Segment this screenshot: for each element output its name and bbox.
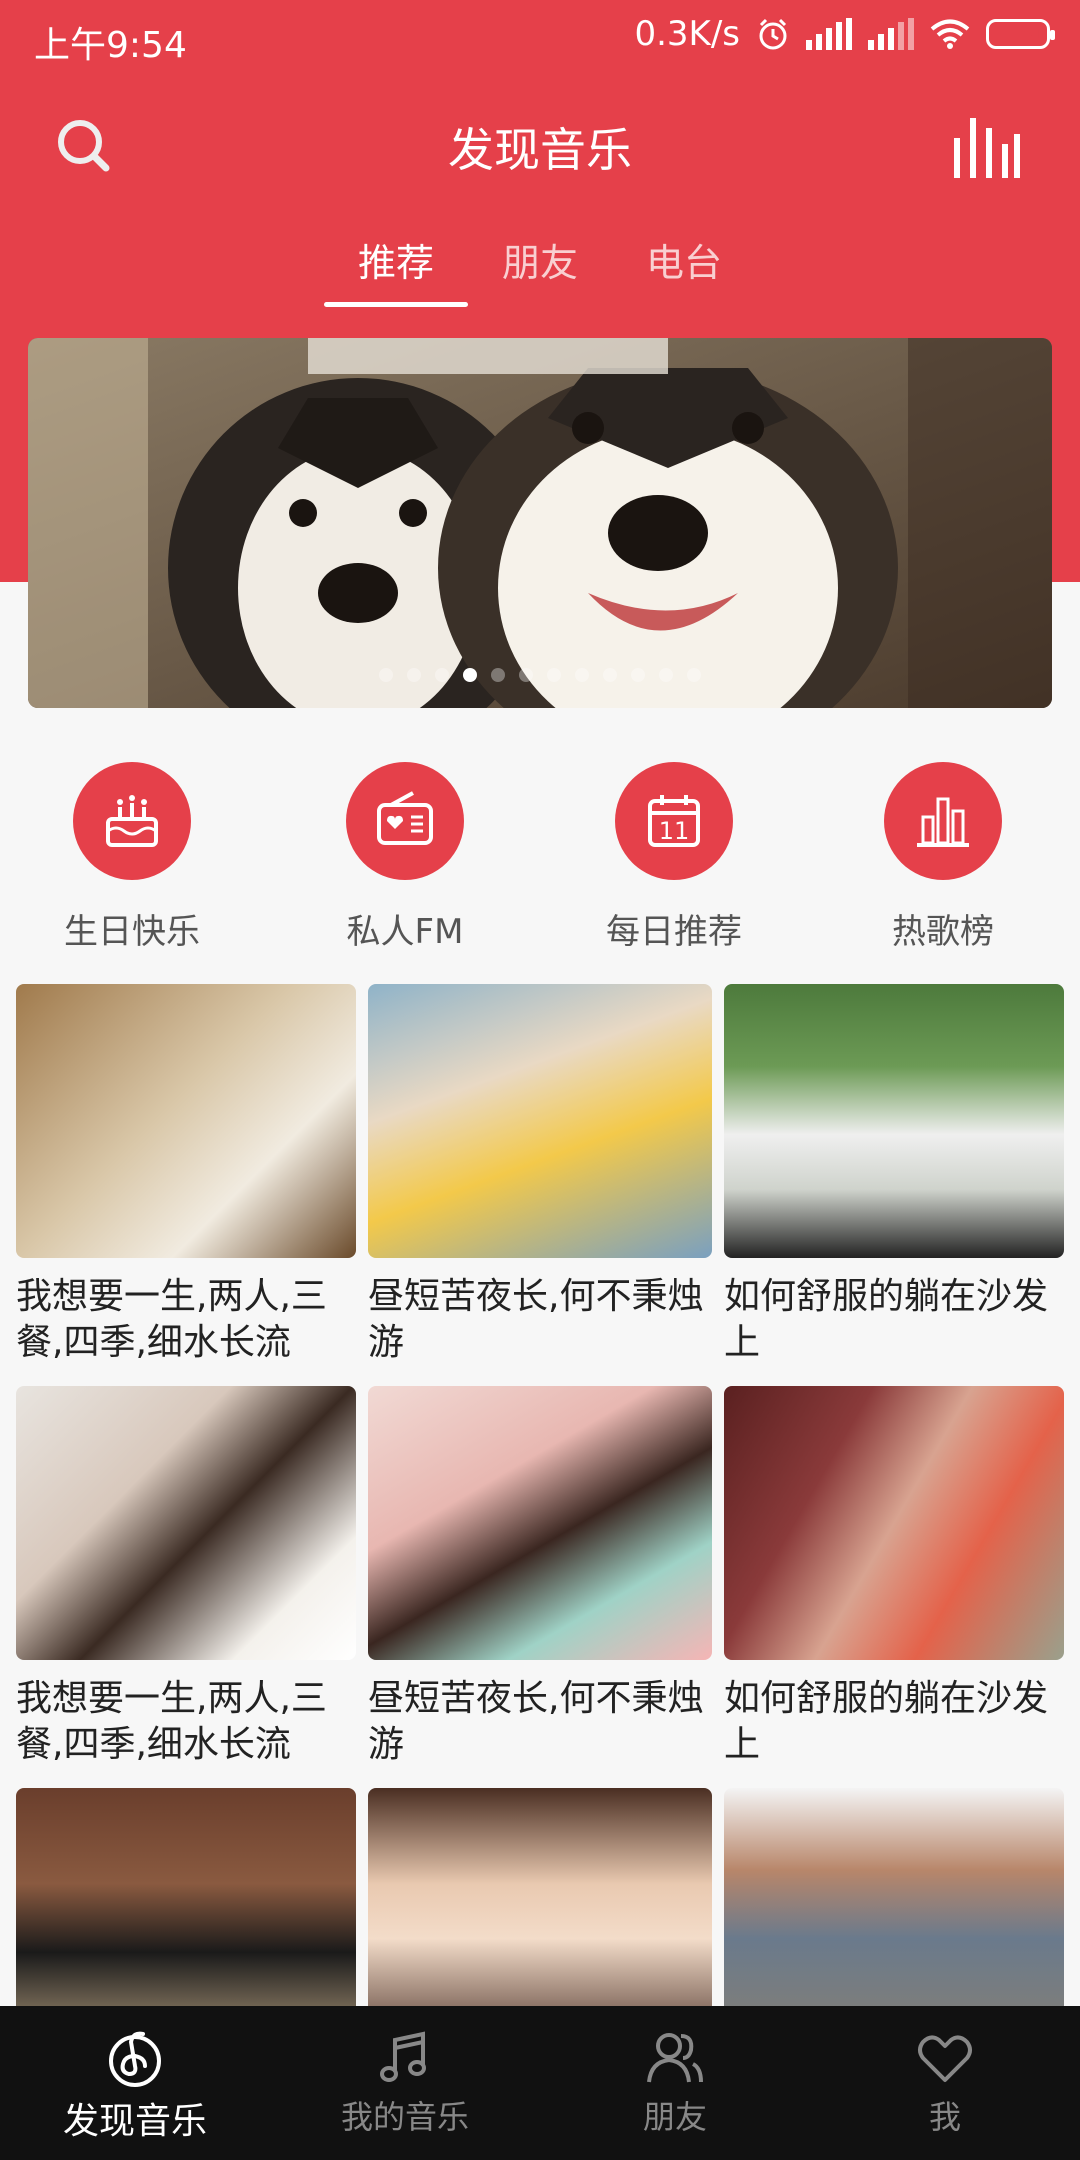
playlist-card[interactable]: 昼短苦夜长,何不秉烛游 bbox=[368, 984, 712, 1366]
carousel-dot[interactable] bbox=[547, 668, 561, 682]
shortcut-label: 每日推荐 bbox=[606, 912, 742, 952]
signal-icon-2 bbox=[868, 18, 914, 50]
playlist-card[interactable]: 我想要一生,两人,三餐,四季,细水长流 bbox=[16, 1386, 356, 1768]
playlist-cover bbox=[368, 984, 712, 1258]
playlist-card[interactable]: 如何舒服的躺在沙发上 bbox=[724, 984, 1064, 1366]
bar-chart-icon bbox=[884, 762, 1002, 880]
playlist-cover bbox=[724, 984, 1064, 1258]
playlist-cover bbox=[16, 1386, 356, 1660]
playlist-title: 我想要一生,两人,三餐,四季,细水长流 bbox=[16, 1276, 327, 1363]
tab-recommend[interactable]: 推荐 bbox=[324, 232, 468, 287]
signal-icon bbox=[806, 18, 852, 50]
tab-radio[interactable]: 电台 bbox=[612, 232, 756, 287]
shortcut-birthday[interactable]: 生日快乐 bbox=[32, 762, 232, 953]
nav-label: 发现音乐 bbox=[62, 2101, 207, 2142]
carousel-dot[interactable] bbox=[463, 668, 477, 682]
banner-carousel[interactable] bbox=[28, 338, 1052, 708]
shortcut-label: 热歌榜 bbox=[892, 912, 994, 952]
friends-icon bbox=[647, 2033, 703, 2083]
playlist-cover bbox=[16, 984, 356, 1258]
discover-music-screen: 上午9:54 0.3K/s 81 发现音乐 推荐 朋友 电台 生日快乐 私人FM… bbox=[0, 0, 1080, 2160]
alarm-icon bbox=[759, 18, 787, 50]
playlist-title: 昼短苦夜长,何不秉烛游 bbox=[368, 1276, 704, 1363]
playlist-title: 昼短苦夜长,何不秉烛游 bbox=[368, 1678, 704, 1765]
banner-image bbox=[28, 338, 1052, 708]
playlist-card[interactable]: 昼短苦夜长,何不秉烛游 bbox=[368, 1386, 712, 1768]
carousel-dot[interactable] bbox=[631, 668, 645, 682]
carousel-dots bbox=[28, 668, 1052, 682]
carousel-dot[interactable] bbox=[687, 668, 701, 682]
carousel-dot[interactable] bbox=[435, 668, 449, 682]
svg-text:11: 11 bbox=[659, 817, 690, 845]
radio-icon bbox=[346, 762, 464, 880]
battery-level-text: 81 bbox=[1019, 22, 1047, 46]
carousel-dot[interactable] bbox=[603, 668, 617, 682]
shortcut-row: 生日快乐 私人FM 11 每日推荐 热歌榜 bbox=[0, 762, 1080, 952]
heart-icon bbox=[918, 2035, 972, 2082]
shortcut-hot-chart[interactable]: 热歌榜 bbox=[843, 762, 1043, 953]
tab-friends[interactable]: 朋友 bbox=[468, 232, 612, 287]
carousel-dot[interactable] bbox=[575, 668, 589, 682]
shortcut-label: 私人FM bbox=[346, 912, 464, 952]
battery-icon: 81 bbox=[986, 19, 1055, 49]
birthday-cake-icon bbox=[73, 762, 191, 880]
netease-logo-icon bbox=[109, 2031, 161, 2087]
shortcut-daily-recommend[interactable]: 11 每日推荐 bbox=[574, 762, 774, 953]
carousel-dot[interactable] bbox=[379, 668, 393, 682]
shortcut-private-fm[interactable]: 私人FM bbox=[305, 762, 505, 953]
wifi-icon bbox=[930, 19, 970, 49]
carousel-dot[interactable] bbox=[407, 668, 421, 682]
playlist-cover bbox=[724, 1386, 1064, 1660]
top-bar: 发现音乐 bbox=[0, 96, 1080, 196]
bottom-nav: 发现音乐 我的音乐 朋友 我 bbox=[0, 2006, 1080, 2160]
playlist-cover bbox=[368, 1386, 712, 1660]
playlist-title: 我想要一生,两人,三餐,四季,细水长流 bbox=[16, 1678, 327, 1765]
equalizer-icon[interactable] bbox=[950, 114, 1022, 178]
music-note-icon bbox=[380, 2031, 426, 2082]
nav-label: 我 bbox=[928, 2098, 961, 2136]
nav-label: 我的音乐 bbox=[340, 2098, 469, 2136]
status-time: 上午9:54 bbox=[34, 25, 187, 66]
top-tabs: 推荐 朋友 电台 bbox=[0, 232, 1080, 312]
net-speed: 0.3K/s bbox=[634, 14, 740, 54]
carousel-dot[interactable] bbox=[491, 668, 505, 682]
tab-indicator bbox=[324, 302, 468, 307]
status-bar: 上午9:54 0.3K/s 81 bbox=[0, 0, 1080, 78]
playlist-title: 如何舒服的躺在沙发上 bbox=[724, 1276, 1049, 1363]
nav-me[interactable]: 我 bbox=[810, 2006, 1080, 2160]
nav-label: 朋友 bbox=[642, 2098, 707, 2136]
nav-my-music[interactable]: 我的音乐 bbox=[270, 2006, 540, 2160]
nav-friends[interactable]: 朋友 bbox=[540, 2006, 810, 2160]
status-indicators: 0.3K/s 81 bbox=[634, 14, 1055, 54]
shortcut-label: 生日快乐 bbox=[64, 912, 200, 952]
playlist-card[interactable]: 我想要一生,两人,三餐,四季,细水长流 bbox=[16, 984, 356, 1366]
carousel-dot[interactable] bbox=[659, 668, 673, 682]
playlist-card[interactable]: 如何舒服的躺在沙发上 bbox=[724, 1386, 1064, 1768]
page-title: 发现音乐 bbox=[448, 123, 632, 177]
playlist-title: 如何舒服的躺在沙发上 bbox=[724, 1678, 1049, 1765]
nav-discover[interactable]: 发现音乐 bbox=[0, 2006, 270, 2160]
calendar-icon: 11 bbox=[615, 762, 733, 880]
carousel-dot[interactable] bbox=[519, 668, 533, 682]
